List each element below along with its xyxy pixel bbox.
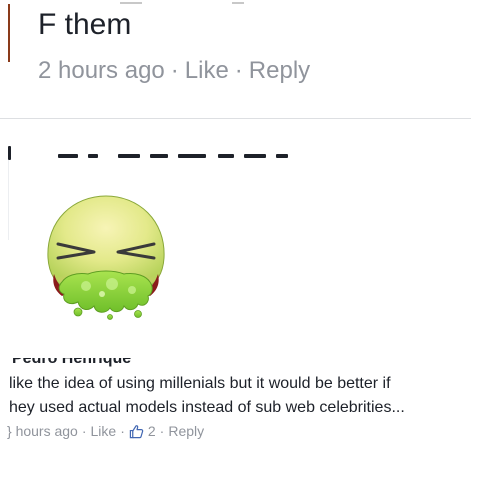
comment-text-line: hey used actual models instead of sub we… xyxy=(9,399,405,416)
comment-meta: } hours ago · Like · 2 · Reply xyxy=(7,423,204,439)
comment-text-line: like the idea of using millenials but it… xyxy=(9,375,391,392)
comment-text: F them xyxy=(38,8,132,41)
top-comment: F them 2 hours ago · Like · Reply xyxy=(0,0,481,118)
separator: · xyxy=(234,57,243,84)
comment-thread-line xyxy=(8,160,9,240)
comment-divider xyxy=(0,118,471,119)
cut-author-name xyxy=(8,140,308,160)
comment-time: } hours ago xyxy=(7,423,78,439)
separator: · xyxy=(170,57,179,84)
like-count: 2 xyxy=(147,423,156,439)
comment-thread-line xyxy=(8,4,10,62)
vomiting-face-sticker-icon xyxy=(47,195,165,320)
separator: · xyxy=(159,423,165,439)
like-link[interactable]: Like xyxy=(91,423,117,439)
cut-top-mark xyxy=(120,2,142,4)
reply-link[interactable]: Reply xyxy=(168,423,204,439)
separator: · xyxy=(120,423,125,439)
reply-link[interactable]: Reply xyxy=(249,57,310,84)
like-link[interactable]: Like xyxy=(185,57,229,84)
thumbs-up-icon xyxy=(129,424,144,438)
comment-author-name[interactable]: Pedro Henrique xyxy=(12,358,162,370)
cut-top-mark xyxy=(232,2,244,4)
comment-meta: 2 hours ago · Like · Reply xyxy=(38,57,310,85)
comment-time: 2 hours ago xyxy=(38,57,165,84)
separator: · xyxy=(81,423,87,439)
